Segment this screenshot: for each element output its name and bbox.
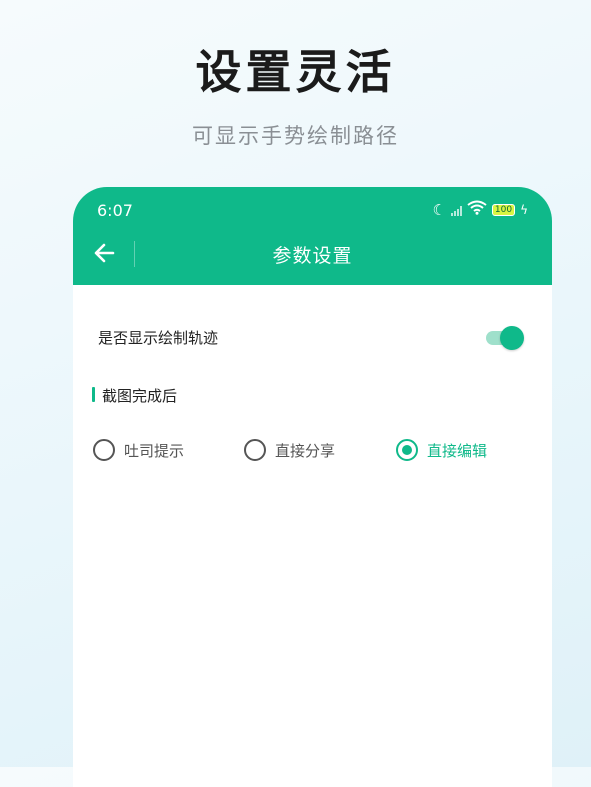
promo-title: 设置灵活 bbox=[195, 45, 396, 99]
radio-label: 吐司提示 bbox=[124, 441, 185, 460]
radio-checked-icon bbox=[396, 439, 418, 461]
promo-subtitle: 可显示手势绘制路径 bbox=[192, 124, 399, 148]
section-title: 截图完成后 bbox=[102, 387, 178, 405]
radio-option-toast[interactable]: 吐司提示 bbox=[93, 437, 184, 463]
setting-label: 是否显示绘制轨迹 bbox=[98, 329, 219, 347]
page-title: 参数设置 bbox=[272, 245, 353, 267]
toggle-thumb bbox=[500, 326, 524, 350]
radio-label: 直接编辑 bbox=[427, 441, 488, 460]
radio-unchecked-icon bbox=[93, 439, 115, 461]
signal-icon bbox=[450, 204, 462, 216]
status-time: 6:07 bbox=[97, 201, 133, 220]
wifi-icon bbox=[467, 200, 487, 219]
moon-icon: ☾ bbox=[432, 200, 446, 219]
app-bar: 6:07 ☾ 100 ϟ 参数设置 bbox=[73, 187, 552, 285]
section-accent-bar bbox=[92, 387, 95, 402]
radio-label: 直接分享 bbox=[275, 441, 336, 460]
status-icons: ☾ 100 ϟ bbox=[432, 200, 528, 219]
charging-icon: ϟ bbox=[520, 202, 528, 217]
battery-icon: 100 bbox=[491, 203, 516, 216]
radio-option-edit[interactable]: 直接编辑 bbox=[396, 437, 487, 463]
phone-screen: 6:07 ☾ 100 ϟ 参数设置 是否显示绘制轨迹 截图完成后 吐司提示 直接… bbox=[73, 187, 552, 787]
radio-dot bbox=[402, 445, 412, 455]
show-trail-toggle[interactable] bbox=[486, 325, 524, 351]
radio-unchecked-icon bbox=[244, 439, 266, 461]
setting-show-trail: 是否显示绘制轨迹 bbox=[98, 324, 526, 352]
radio-option-share[interactable]: 直接分享 bbox=[244, 437, 335, 463]
